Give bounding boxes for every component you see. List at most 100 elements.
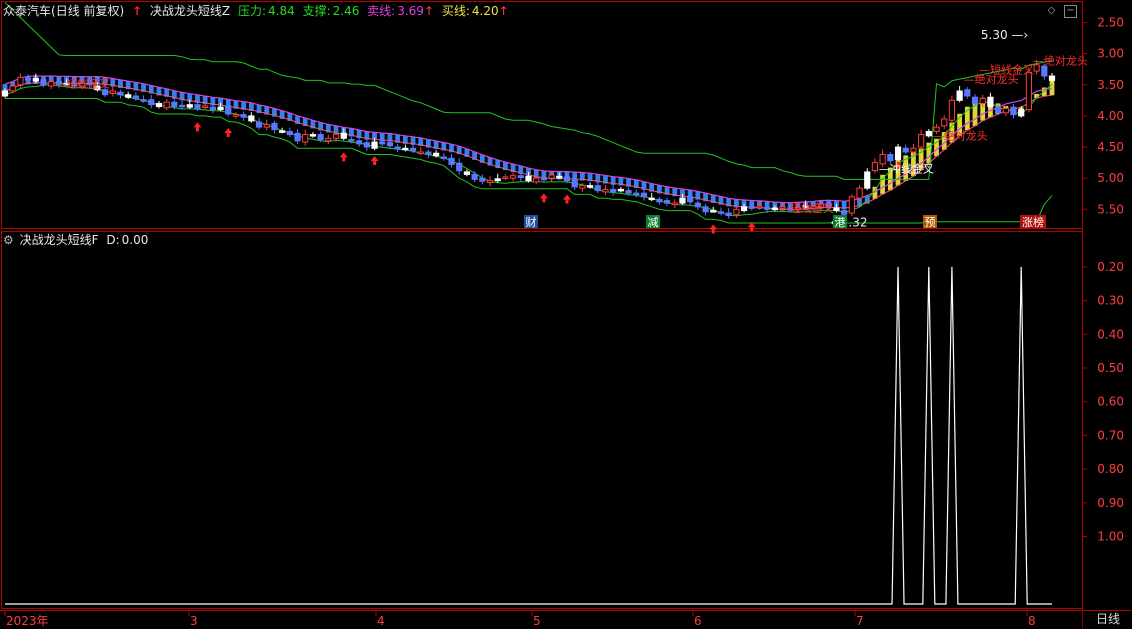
collapse-icon[interactable]: − bbox=[1064, 5, 1077, 18]
candle-body[interactable] bbox=[710, 210, 717, 213]
candle-body[interactable] bbox=[271, 122, 278, 131]
candle-body[interactable] bbox=[910, 147, 917, 153]
candle-body[interactable] bbox=[294, 132, 301, 142]
candle-body[interactable] bbox=[417, 151, 424, 155]
candle-body[interactable] bbox=[648, 197, 655, 201]
candle-body[interactable] bbox=[302, 134, 309, 143]
candle-body[interactable] bbox=[217, 106, 224, 111]
candle-body[interactable] bbox=[163, 101, 170, 109]
candle-body[interactable] bbox=[756, 205, 763, 209]
candle-body[interactable] bbox=[232, 114, 240, 117]
candle-body[interactable] bbox=[602, 188, 609, 193]
candle-body[interactable] bbox=[948, 99, 956, 121]
candle-body[interactable] bbox=[586, 185, 594, 188]
candle-body[interactable] bbox=[987, 96, 994, 108]
period-button[interactable]: 日线 bbox=[1082, 610, 1132, 629]
candle-body[interactable] bbox=[325, 137, 332, 142]
event-tag-label[interactable]: 预 bbox=[925, 216, 936, 229]
candle-body[interactable] bbox=[471, 173, 478, 180]
event-tag-label[interactable]: 港 bbox=[835, 216, 846, 229]
candle-body[interactable] bbox=[494, 178, 501, 182]
candle-body[interactable] bbox=[902, 147, 909, 153]
candle-body[interactable] bbox=[702, 206, 709, 213]
candle-body[interactable] bbox=[956, 90, 963, 101]
candle-body[interactable] bbox=[671, 202, 678, 206]
candle-body[interactable] bbox=[486, 180, 494, 184]
candle-body[interactable] bbox=[610, 188, 617, 193]
candle-body[interactable] bbox=[363, 142, 370, 148]
candle-body[interactable] bbox=[248, 115, 255, 122]
candle-body[interactable] bbox=[525, 175, 532, 182]
candle-body[interactable] bbox=[964, 89, 971, 97]
candle-body[interactable] bbox=[402, 147, 409, 151]
candle-body[interactable] bbox=[409, 147, 417, 152]
candle-body[interactable] bbox=[463, 171, 471, 175]
candle-body[interactable] bbox=[186, 104, 193, 108]
candle-body[interactable] bbox=[40, 79, 47, 86]
candle-body[interactable] bbox=[748, 206, 755, 209]
candle-body[interactable] bbox=[17, 76, 24, 86]
candle-body[interactable] bbox=[556, 175, 563, 179]
candle-body[interactable] bbox=[887, 154, 894, 162]
candle-body[interactable] bbox=[132, 95, 139, 99]
candle-body[interactable] bbox=[694, 202, 701, 208]
candle-body[interactable] bbox=[894, 146, 902, 160]
candle-body[interactable] bbox=[841, 210, 848, 215]
gear-icon[interactable]: ⚙ bbox=[3, 233, 14, 247]
candle-body[interactable] bbox=[1010, 106, 1017, 116]
candle-body[interactable] bbox=[540, 177, 547, 181]
candle-body[interactable] bbox=[918, 134, 925, 148]
candle-body[interactable] bbox=[1025, 71, 1033, 111]
chart-workspace[interactable]: 5.30 —›←2.32—短线金叉—短线金叉—绝对龙头—绝对龙头—绝对龙头—冲线… bbox=[0, 0, 1132, 629]
indicator-plot-area[interactable] bbox=[5, 266, 1052, 605]
candle-body[interactable] bbox=[771, 207, 778, 211]
candle-body[interactable] bbox=[656, 198, 663, 203]
candle-body[interactable] bbox=[255, 121, 263, 128]
candle-body[interactable] bbox=[209, 106, 216, 111]
candle-body[interactable] bbox=[9, 85, 16, 92]
candle-body[interactable] bbox=[109, 90, 116, 94]
candle-body[interactable] bbox=[979, 97, 986, 104]
candle-body[interactable] bbox=[594, 185, 601, 192]
indicator-name-z[interactable]: 决战龙头短线Z bbox=[150, 4, 230, 18]
candle-body[interactable] bbox=[140, 99, 147, 102]
candle-body[interactable] bbox=[440, 156, 447, 159]
candle-body[interactable] bbox=[48, 81, 55, 87]
candle-body[interactable] bbox=[309, 134, 317, 137]
candle-body[interactable] bbox=[617, 188, 624, 192]
candle-body[interactable] bbox=[995, 107, 1002, 114]
candle-body[interactable] bbox=[848, 196, 855, 214]
candle-body[interactable] bbox=[733, 208, 740, 215]
candle-body[interactable] bbox=[240, 114, 247, 118]
candle-body[interactable] bbox=[856, 187, 863, 199]
candle-body[interactable] bbox=[548, 174, 555, 179]
candle-body[interactable] bbox=[178, 104, 186, 108]
candle-body[interactable] bbox=[117, 91, 124, 96]
candle-body[interactable] bbox=[571, 178, 578, 188]
indicator-name-f[interactable]: 决战龙头短线F bbox=[20, 233, 99, 247]
candle-body[interactable] bbox=[971, 96, 979, 104]
candle-body[interactable] bbox=[125, 94, 132, 98]
event-tag-label[interactable]: 财 bbox=[526, 215, 537, 229]
candle-body[interactable] bbox=[725, 212, 732, 217]
candle-body[interactable] bbox=[1002, 107, 1009, 114]
candle-body[interactable] bbox=[740, 206, 748, 212]
period-info[interactable]: (日线 前复权) bbox=[51, 4, 124, 18]
candle-body[interactable] bbox=[371, 141, 378, 149]
candle-body[interactable] bbox=[379, 141, 386, 145]
candle-body[interactable] bbox=[1041, 65, 1048, 77]
candle-body[interactable] bbox=[1018, 109, 1025, 117]
candle-body[interactable] bbox=[286, 130, 293, 136]
candle-body[interactable] bbox=[332, 134, 340, 139]
candle-body[interactable] bbox=[563, 176, 571, 182]
candle-body[interactable] bbox=[263, 124, 270, 128]
candle-body[interactable] bbox=[356, 140, 363, 145]
candle-body[interactable] bbox=[155, 102, 163, 108]
candle-body[interactable] bbox=[833, 207, 840, 212]
candle-body[interactable] bbox=[679, 197, 686, 204]
candle-body[interactable] bbox=[148, 99, 155, 106]
candle-body[interactable] bbox=[317, 134, 324, 141]
event-tag-label[interactable]: 涨榜 bbox=[1022, 215, 1044, 229]
candle-body[interactable] bbox=[456, 162, 463, 172]
candle-body[interactable] bbox=[510, 175, 517, 179]
